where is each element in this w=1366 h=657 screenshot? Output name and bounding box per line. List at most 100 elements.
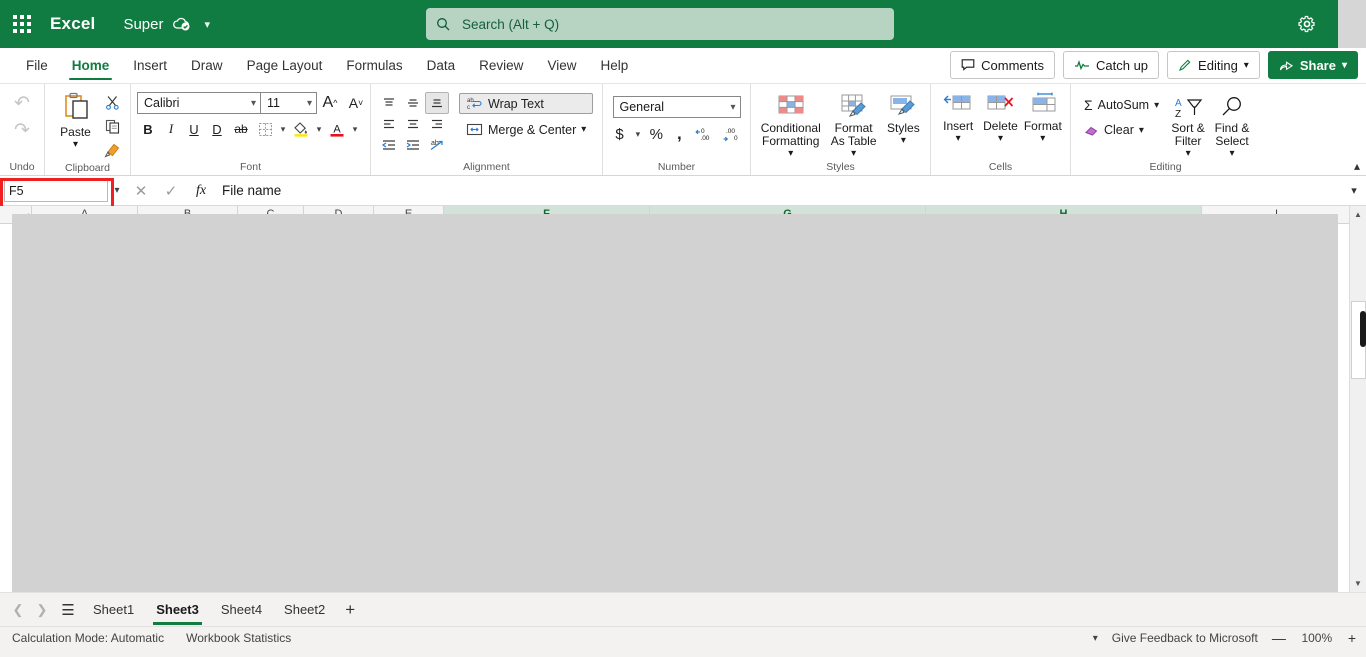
clear-chevron-down-icon[interactable]: ▾ xyxy=(1139,125,1144,136)
editing-chevron-down-icon[interactable]: ▾ xyxy=(1244,60,1249,71)
format-cells-chevron-down-icon[interactable]: ▾ xyxy=(1040,133,1045,144)
number-format-combo[interactable]: General ▾ xyxy=(612,96,741,118)
scroll-up-arrow-icon[interactable]: ▲ xyxy=(1349,206,1366,223)
percent-button[interactable]: % xyxy=(646,123,667,145)
tab-page-layout[interactable]: Page Layout xyxy=(235,48,335,83)
italic-button[interactable]: I xyxy=(160,118,182,140)
clear-button[interactable]: Clear ▾ xyxy=(1077,120,1166,140)
currency-button[interactable]: $ xyxy=(609,123,630,145)
font-color-button[interactable]: A xyxy=(326,118,348,140)
next-sheet-icon[interactable]: ❯ xyxy=(30,602,54,618)
borders-chevron-down-icon[interactable]: ▾ xyxy=(277,118,289,140)
workbook-statistics-status[interactable]: Workbook Statistics xyxy=(186,631,291,645)
share-chevron-down-icon[interactable]: ▾ xyxy=(1342,60,1347,71)
collapse-ribbon-icon[interactable]: ▴ xyxy=(1354,159,1360,173)
zoom-level-label[interactable]: 100% xyxy=(1300,631,1334,645)
formula-input[interactable] xyxy=(216,182,1342,199)
tab-review[interactable]: Review xyxy=(467,48,535,83)
text-orientation-button[interactable]: ab xyxy=(425,134,449,156)
edge-drag-handle[interactable] xyxy=(1360,311,1366,347)
share-button[interactable]: Share ▾ xyxy=(1267,51,1358,79)
tab-file[interactable]: File xyxy=(14,48,60,83)
format-cells-button[interactable]: Format ▾ xyxy=(1022,88,1064,144)
settings-gear-icon[interactable] xyxy=(1292,9,1322,39)
redo-arrow-icon[interactable]: ↷ xyxy=(14,121,30,140)
wrap-text-button[interactable]: ab c Wrap Text xyxy=(459,93,594,114)
cut-button[interactable] xyxy=(100,91,124,113)
cell-styles-chevron-down-icon[interactable]: ▾ xyxy=(901,135,906,146)
font-name-combo[interactable]: Calibri ▾ xyxy=(137,92,261,114)
font-size-chevron-down-icon[interactable]: ▾ xyxy=(307,98,312,109)
increase-indent-button[interactable] xyxy=(401,134,425,156)
align-middle-button[interactable] xyxy=(401,92,425,114)
all-sheets-menu-icon[interactable]: ☰ xyxy=(54,601,82,619)
add-sheet-icon[interactable]: + xyxy=(336,600,364,620)
font-name-chevron-down-icon[interactable]: ▾ xyxy=(251,98,256,109)
insert-cells-chevron-down-icon[interactable]: ▾ xyxy=(956,133,961,144)
fill-color-chevron-down-icon[interactable]: ▾ xyxy=(313,118,325,140)
comma-style-button[interactable]: , xyxy=(669,123,690,145)
font-size-combo[interactable]: 11 ▾ xyxy=(261,92,317,114)
sheet-tab-sheet4[interactable]: Sheet4 xyxy=(210,593,273,627)
tab-draw[interactable]: Draw xyxy=(179,48,235,83)
search-box[interactable] xyxy=(426,8,894,40)
document-chevron-down-icon[interactable]: ▾ xyxy=(204,18,210,31)
sort-filter-button[interactable]: A Z Sort & Filter ▾ xyxy=(1166,92,1210,159)
tab-help[interactable]: Help xyxy=(588,48,640,83)
feedback-link[interactable]: Give Feedback to Microsoft xyxy=(1112,631,1258,645)
borders-button[interactable] xyxy=(254,118,276,140)
tab-view[interactable]: View xyxy=(535,48,588,83)
zoom-in-button[interactable]: + xyxy=(1348,630,1356,646)
find-select-button[interactable]: Find & Select ▾ xyxy=(1210,92,1254,159)
paste-chevron-down-icon[interactable]: ▾ xyxy=(73,139,78,150)
app-launcher-icon[interactable] xyxy=(0,15,44,33)
currency-chevron-down-icon[interactable]: ▾ xyxy=(632,123,644,145)
underline-button[interactable]: U xyxy=(183,118,205,140)
name-box-chevron-down-icon[interactable]: ▾ xyxy=(108,185,126,196)
conditional-formatting-button[interactable]: Conditional Formatting ▾ xyxy=(757,88,824,159)
align-bottom-button[interactable] xyxy=(425,92,449,114)
bold-button[interactable]: B xyxy=(137,118,159,140)
cloud-saved-icon[interactable] xyxy=(172,16,192,32)
scroll-down-arrow-icon[interactable]: ▼ xyxy=(1349,575,1366,592)
increase-font-size-button[interactable]: A ^ xyxy=(317,92,343,114)
merge-center-chevron-down-icon[interactable]: ▾ xyxy=(581,124,586,135)
sheet-tab-sheet3[interactable]: Sheet3 xyxy=(145,593,210,627)
document-title[interactable]: Super xyxy=(123,16,163,33)
fill-color-button[interactable] xyxy=(290,118,312,140)
name-box-input[interactable] xyxy=(4,179,108,202)
sort-filter-chevron-down-icon[interactable]: ▾ xyxy=(1186,148,1191,159)
vertical-scrollbar[interactable]: ▲ ▼ xyxy=(1349,206,1366,592)
catch-up-button[interactable]: Catch up xyxy=(1063,51,1160,79)
number-format-chevron-down-icon[interactable]: ▾ xyxy=(730,102,735,113)
align-left-button[interactable] xyxy=(377,113,401,135)
calculation-mode-status[interactable]: Calculation Mode: Automatic xyxy=(12,631,164,645)
app-name[interactable]: Excel xyxy=(50,14,95,34)
cell-styles-button[interactable]: Styles ▾ xyxy=(883,88,924,146)
align-top-button[interactable] xyxy=(377,92,401,114)
tab-home[interactable]: Home xyxy=(60,48,122,83)
delete-cells-chevron-down-icon[interactable]: ▾ xyxy=(998,133,1003,144)
format-as-table-button[interactable]: Format As Table ▾ xyxy=(826,88,880,159)
conditional-formatting-chevron-down-icon[interactable]: ▾ xyxy=(788,148,793,159)
tab-formulas[interactable]: Formulas xyxy=(334,48,414,83)
comments-button[interactable]: Comments xyxy=(950,51,1055,79)
decrease-font-size-button[interactable]: A ˅ xyxy=(343,92,369,114)
editing-button[interactable]: Editing ▾ xyxy=(1167,51,1260,79)
search-input[interactable] xyxy=(460,15,884,33)
strikethrough-button[interactable]: ab xyxy=(229,118,253,140)
font-color-chevron-down-icon[interactable]: ▾ xyxy=(349,118,361,140)
confirm-check-icon[interactable]: ✓ xyxy=(156,182,186,200)
format-painter-button[interactable] xyxy=(100,139,124,161)
double-underline-button[interactable]: D xyxy=(206,118,228,140)
vertical-scroll-track[interactable] xyxy=(1350,223,1366,575)
copy-button[interactable] xyxy=(100,115,124,137)
status-chevron-down-icon[interactable]: ▾ xyxy=(1093,633,1098,644)
align-right-button[interactable] xyxy=(425,113,449,135)
sheet-tab-sheet1[interactable]: Sheet1 xyxy=(82,593,145,627)
align-center-button[interactable] xyxy=(401,113,425,135)
autosum-button[interactable]: Σ AutoSum ▾ xyxy=(1077,94,1166,116)
paste-button[interactable]: Paste ▾ xyxy=(51,88,100,150)
delete-cells-button[interactable]: Delete ▾ xyxy=(979,88,1021,144)
insert-cells-button[interactable]: Insert ▾ xyxy=(937,88,979,144)
